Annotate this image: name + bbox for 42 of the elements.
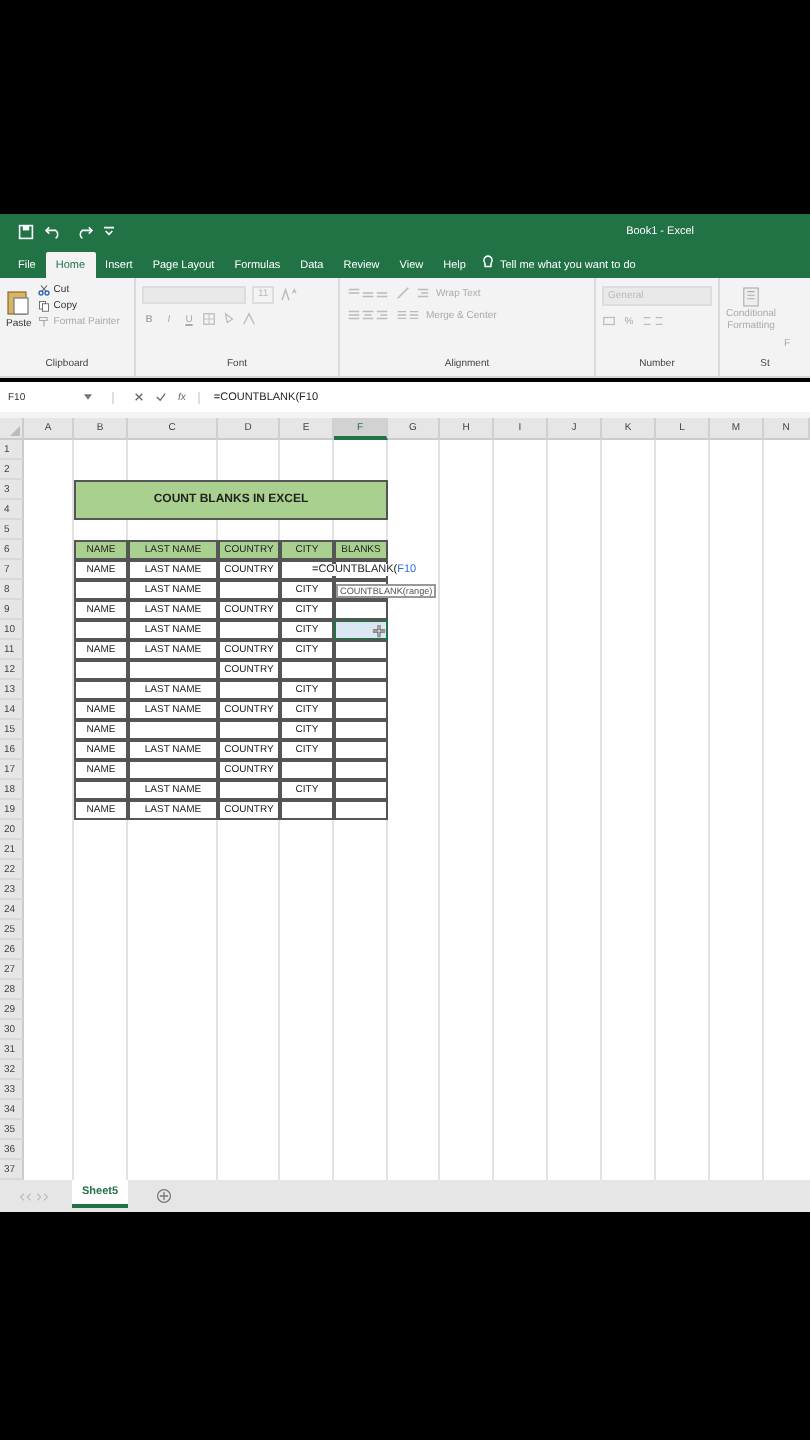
redo-icon[interactable] (74, 223, 94, 239)
grow-font-icon[interactable] (280, 288, 299, 302)
clipboard-icon (6, 288, 31, 316)
indent-icon[interactable] (416, 286, 430, 300)
align-top-icon[interactable] (346, 286, 390, 300)
dropdown-icon[interactable] (84, 394, 92, 400)
table-cell (280, 760, 334, 780)
cancel-icon[interactable] (134, 392, 144, 402)
table-cell (218, 680, 280, 700)
table-cell (280, 660, 334, 680)
table-cell (218, 720, 280, 740)
table-cell (128, 760, 218, 780)
table-cell (74, 780, 128, 800)
table-cell (128, 720, 218, 740)
document-icon (742, 286, 761, 308)
copy-icon (37, 300, 50, 312)
add-sheet-icon[interactable] (156, 1188, 173, 1204)
sheet-scroll-icon[interactable] (16, 1191, 52, 1201)
align-center-icon[interactable] (346, 308, 390, 322)
table-cell (74, 580, 128, 600)
lightbulb-icon (481, 254, 494, 270)
table-cell (74, 680, 128, 700)
undo-icon[interactable] (44, 223, 64, 239)
save-icon[interactable] (18, 223, 34, 239)
customize-icon[interactable] (104, 226, 114, 236)
table-cell (74, 660, 128, 680)
orientation-icon[interactable] (396, 286, 410, 300)
table-cell (280, 800, 334, 820)
select-all-icon[interactable] (10, 426, 20, 436)
table-cell (218, 580, 280, 600)
enter-icon[interactable] (156, 392, 166, 402)
brush-icon (37, 316, 50, 328)
table-cell (74, 620, 128, 640)
borders-icon[interactable] (202, 312, 216, 326)
table-cell (218, 780, 280, 800)
scissors-icon (37, 284, 50, 296)
decrease-indent-icon[interactable] (396, 308, 420, 322)
table-cell (128, 660, 218, 680)
decimal-icon[interactable] (642, 314, 666, 328)
currency-icon[interactable] (602, 314, 616, 328)
cursor-icon (372, 623, 386, 637)
table-cell (218, 620, 280, 640)
